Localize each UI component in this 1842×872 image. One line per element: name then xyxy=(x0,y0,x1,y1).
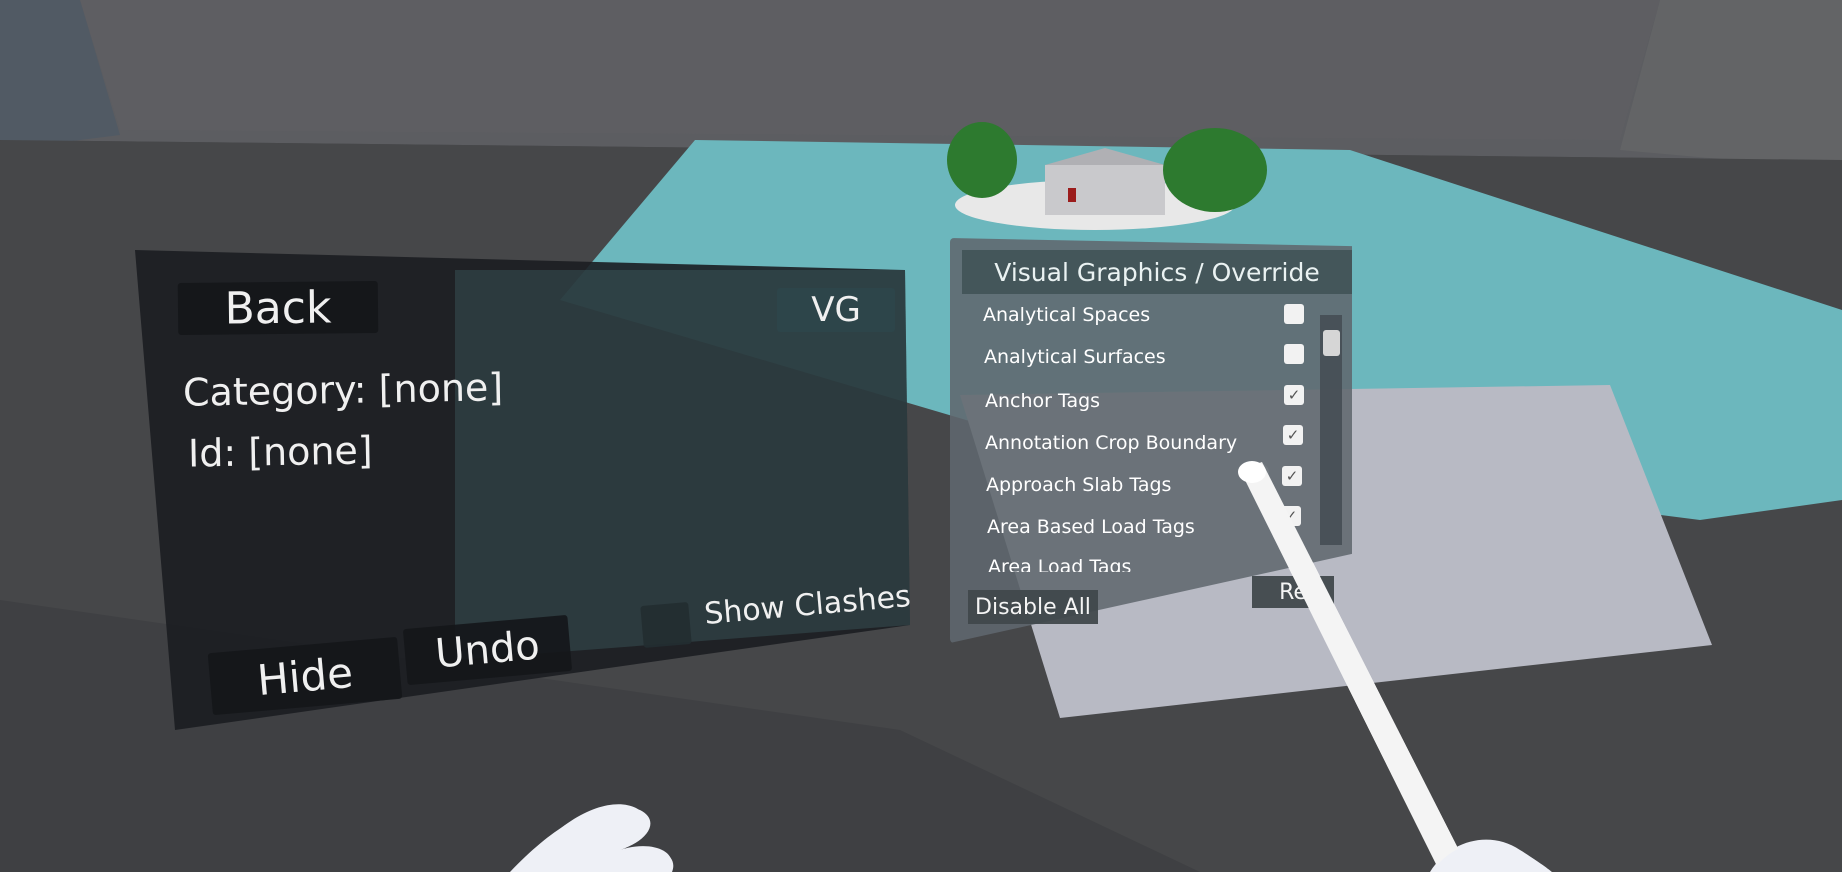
list-item-label: Analytical Spaces xyxy=(983,304,1151,326)
list-item-label: Approach Slab Tags xyxy=(986,474,1172,496)
list-item-label: Area Based Load Tags xyxy=(987,516,1195,538)
disable-all-label: Disable All xyxy=(975,594,1091,620)
panel-title: Visual Graphics / Override xyxy=(962,250,1352,294)
area-based-load-tags-checkbox[interactable]: ✓ xyxy=(1281,506,1301,526)
annotation-crop-boundary-checkbox[interactable]: ✓ xyxy=(1283,425,1303,445)
hide-button-label: Hide xyxy=(255,647,355,705)
category-text: Category: [none] xyxy=(182,365,504,415)
list-item-label: Annotation Crop Boundary xyxy=(985,432,1238,454)
disable-all-button[interactable]: Disable All xyxy=(968,590,1098,624)
list-item-label: Anchor Tags xyxy=(985,390,1101,412)
reset-label: Re xyxy=(1279,579,1307,605)
vg-button-label: VG xyxy=(811,290,861,330)
reset-button[interactable]: Re xyxy=(1252,576,1334,608)
analytical-spaces-checkbox[interactable] xyxy=(1284,304,1304,324)
id-text: Id: [none] xyxy=(187,428,374,476)
approach-slab-tags-checkbox[interactable]: ✓ xyxy=(1282,466,1302,486)
left-panel: Back VG Category: [none] Id: [none] Hide… xyxy=(0,0,1842,872)
list-item-label: Area Load Tags xyxy=(988,556,1132,572)
vg-button[interactable]: VG xyxy=(777,288,895,332)
back-button[interactable]: Back xyxy=(177,280,379,336)
list-scrollbar-thumb[interactable] xyxy=(1323,330,1340,356)
list-item-label: Analytical Surfaces xyxy=(984,346,1166,368)
undo-button-label: Undo xyxy=(433,622,542,678)
show-clashes-toggle[interactable] xyxy=(640,601,692,649)
analytical-surfaces-checkbox[interactable] xyxy=(1284,344,1304,364)
back-button-label: Back xyxy=(224,281,332,335)
anchor-tags-checkbox[interactable]: ✓ xyxy=(1284,385,1304,405)
